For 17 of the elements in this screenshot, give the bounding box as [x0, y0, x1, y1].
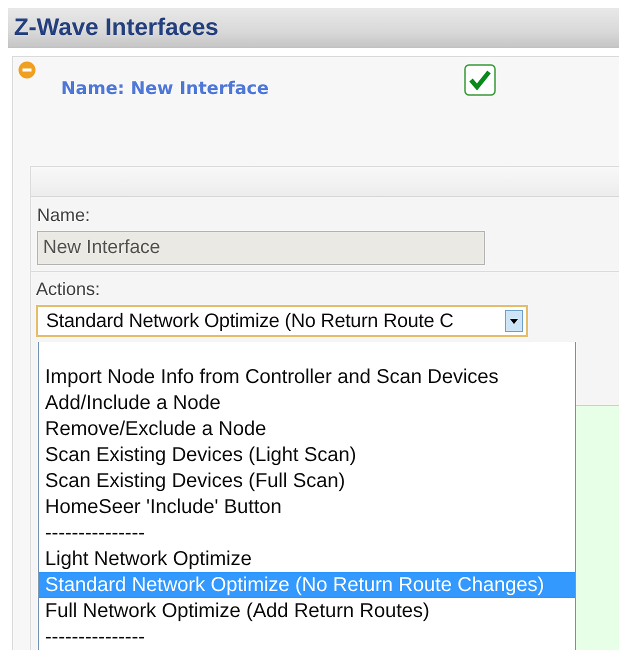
actions-dropdown[interactable]: Standard Network Optimize (No Return Route C [36, 305, 528, 337]
enabled-checkbox[interactable] [464, 64, 496, 96]
actions-label: Actions: [36, 279, 102, 300]
dropdown-option[interactable]: Light Network Optimize [39, 546, 575, 572]
name-label: Name: [37, 205, 92, 226]
interface-name-heading: Name: New Interface [61, 79, 270, 99]
page-title: Z-Wave Interfaces [14, 14, 219, 42]
dropdown-option[interactable]: Scan Existing Devices (Light Scan) [39, 442, 575, 468]
dropdown-option[interactable]: HomeSeer 'Include' Button [39, 494, 575, 520]
dropdown-option[interactable]: Import Node Info from Controller and Scan Devices [39, 364, 575, 390]
dropdown-option[interactable]: Scan Existing Devices (Full Scan) [39, 468, 575, 494]
dropdown-option[interactable]: --------------- [39, 520, 575, 546]
dropdown-option[interactable]: --------------- [39, 624, 575, 650]
dropdown-option[interactable]: Add/Include a Node [39, 390, 575, 416]
caret-icon [505, 310, 523, 332]
dropdown-option[interactable]: Full Network Optimize (Add Return Routes) [39, 598, 575, 624]
dropdown-option[interactable]: Remove/Exclude a Node [39, 416, 575, 442]
